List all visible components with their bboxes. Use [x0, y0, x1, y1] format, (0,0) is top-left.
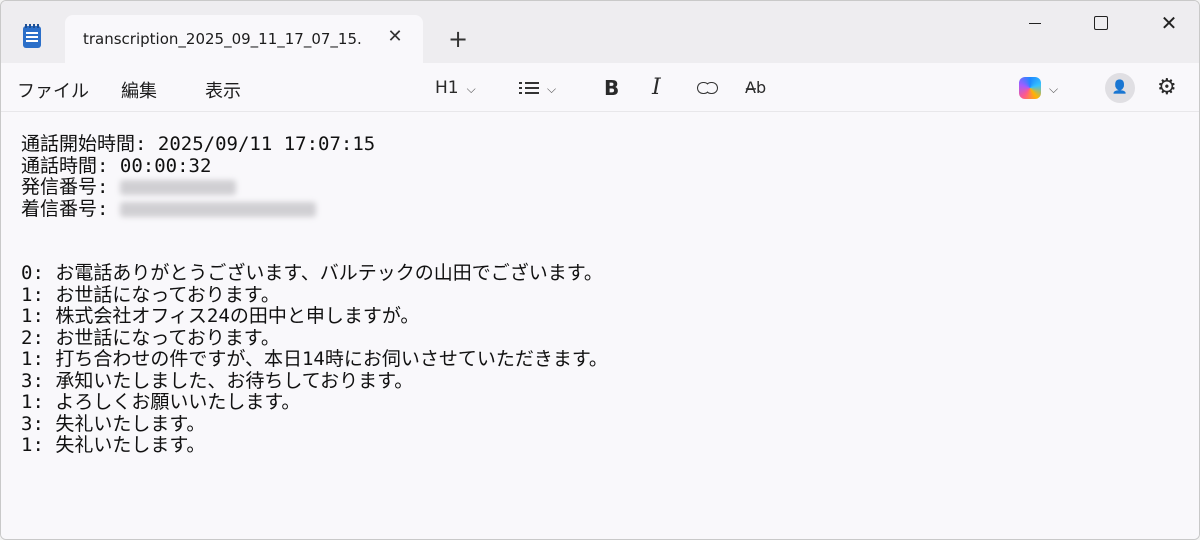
- transcript-line: 1: 失礼いたします。: [21, 434, 206, 456]
- chevron-down-icon: ⌵: [1049, 82, 1059, 96]
- menu-view[interactable]: 表示: [205, 77, 241, 103]
- chevron-down-icon: ⌵: [466, 82, 476, 96]
- transcript-line: 1: 株式会社オフィス24の田中と申しますが。: [21, 305, 420, 327]
- italic-button[interactable]: I: [652, 75, 661, 101]
- text-editor[interactable]: 通話開始時間: 2025/09/11 17:07:15 通話時間: 00:00:…: [1, 112, 1199, 539]
- heading-label: H1: [435, 78, 459, 98]
- transcript-line: 3: 失礼いたします。: [21, 412, 206, 435]
- field-label: 着信番号:: [21, 197, 120, 220]
- menu-file[interactable]: ファイル: [17, 77, 89, 103]
- maximize-icon: [1094, 16, 1108, 30]
- list-dropdown[interactable]: ⌵: [519, 75, 556, 101]
- notepad-window: transcription_2025_09_11_17_07_15. ✕ + ✕…: [0, 0, 1200, 540]
- document-tab[interactable]: transcription_2025_09_11_17_07_15. ✕: [65, 15, 423, 63]
- account-avatar[interactable]: 👤: [1105, 73, 1135, 103]
- copilot-dropdown[interactable]: ⌵: [1019, 75, 1058, 101]
- title-bar: transcription_2025_09_11_17_07_15. ✕ + ✕: [1, 1, 1199, 63]
- field-label: 通話時間:: [21, 154, 120, 177]
- close-window-button[interactable]: ✕: [1149, 9, 1189, 37]
- transcript-line: 3: 承知いたしました、お待ちしております。: [21, 369, 414, 392]
- bold-button[interactable]: B: [604, 75, 619, 101]
- minimize-icon: [1029, 22, 1041, 24]
- transcript-line: 1: お世話になっております。: [21, 283, 280, 306]
- settings-gear-icon[interactable]: ⚙: [1157, 75, 1177, 101]
- transcript-line: 0: お電話ありがとうございます、バルテックの山田でございます。: [21, 262, 603, 284]
- header-line: 通話時間: 00:00:32: [21, 154, 1171, 178]
- field-value: 2025/09/11 17:07:15: [157, 133, 376, 155]
- redacted-caller-number: [119, 180, 236, 195]
- heading-dropdown[interactable]: H1 ⌵: [435, 75, 476, 101]
- header-line: 発信番号:: [21, 176, 1171, 199]
- transcript-line: 2: お世話になっております。: [21, 326, 280, 349]
- toolbar: ファイル 編集 表示 H1 ⌵ ⌵ B I A̶b ⌵ 👤 ⚙: [1, 63, 1199, 112]
- tab-title: transcription_2025_09_11_17_07_15.: [83, 30, 362, 48]
- copilot-icon: [1019, 77, 1041, 99]
- link-button[interactable]: [697, 75, 719, 101]
- header-line: 着信番号:: [21, 197, 1171, 221]
- transcript-line: 1: 打ち合わせの件ですが、本日14時にお伺いさせていただきます。: [21, 348, 608, 370]
- spellcheck-button[interactable]: A̶b: [745, 75, 766, 101]
- field-label: 発信番号:: [21, 176, 120, 198]
- field-label: 通話開始時間:: [21, 133, 158, 155]
- transcript-line: 1: よろしくお願いいたします。: [21, 391, 301, 413]
- bulleted-list-icon: [519, 82, 539, 94]
- header-line: 通話開始時間: 2025/09/11 17:07:15: [21, 133, 1171, 156]
- chevron-down-icon: ⌵: [547, 82, 557, 96]
- new-tab-icon[interactable]: +: [445, 27, 471, 53]
- notepad-app-icon: [23, 24, 41, 48]
- document-content: 通話開始時間: 2025/09/11 17:07:15 通話時間: 00:00:…: [21, 133, 1171, 457]
- field-value: 00:00:32: [119, 154, 212, 177]
- maximize-button[interactable]: [1081, 9, 1121, 37]
- link-icon: [697, 82, 719, 94]
- close-tab-icon[interactable]: ✕: [383, 25, 407, 49]
- menu-edit[interactable]: 編集: [121, 77, 157, 103]
- redacted-callee-number: [119, 201, 316, 217]
- minimize-button[interactable]: [1015, 9, 1055, 37]
